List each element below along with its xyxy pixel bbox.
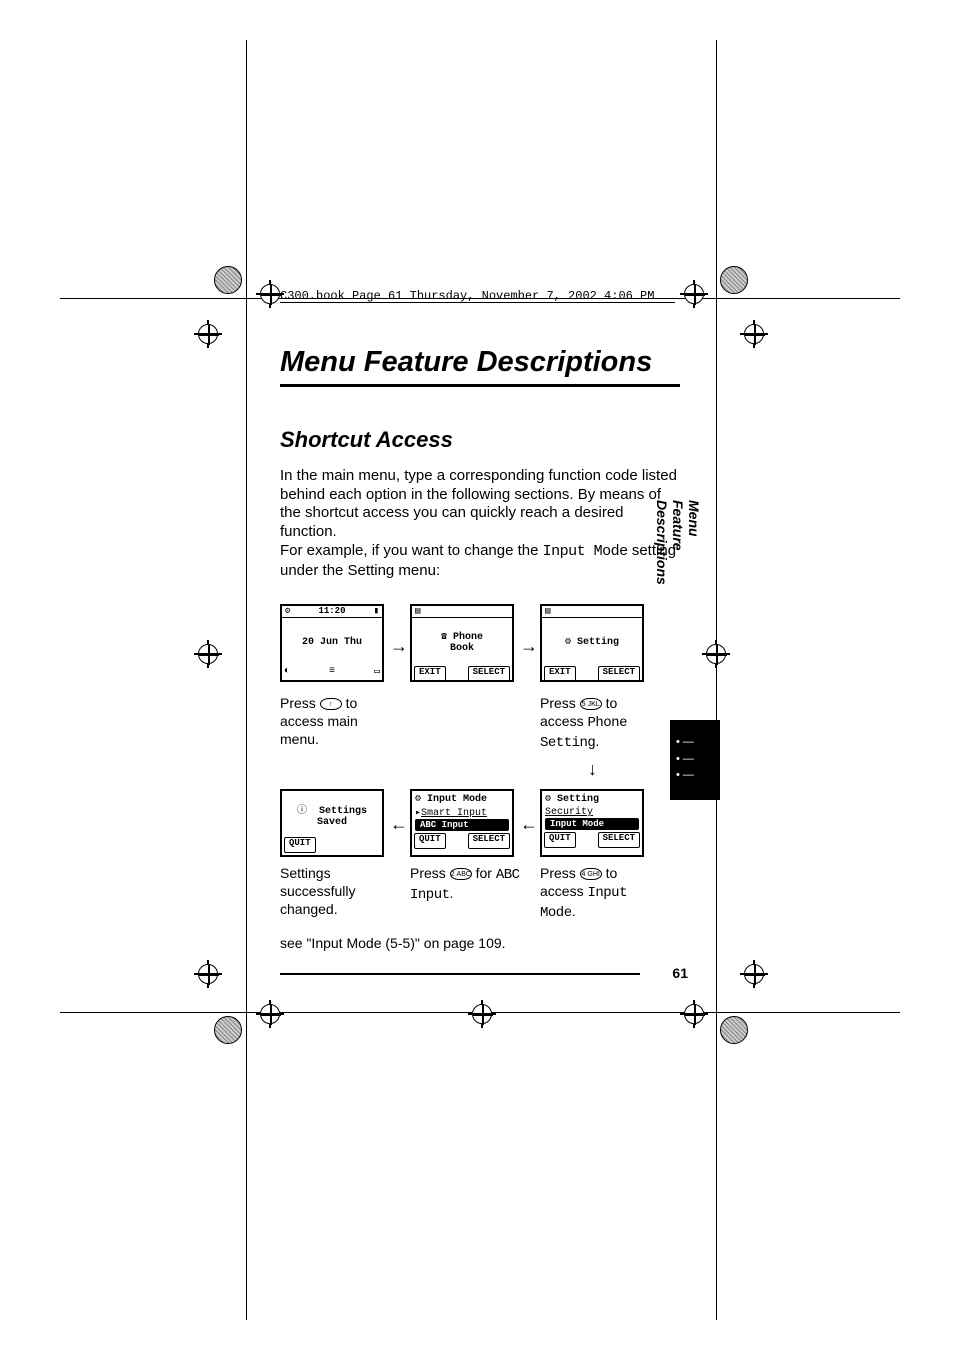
arrow-right-icon: → (390, 636, 408, 657)
screen-highlight: ABC Input (415, 819, 509, 831)
screen-title: Setting (557, 794, 599, 805)
screen-line: Smart Input (421, 808, 487, 819)
softkey-select: SELECT (468, 833, 510, 849)
screen-line: Saved (317, 817, 347, 828)
registration-cross (194, 640, 222, 668)
registration-cross (194, 960, 222, 988)
registration-cross (680, 280, 708, 308)
caption: Press ↑ to access main menu. (280, 694, 390, 749)
thumb-tab: • —• —• — (670, 720, 720, 800)
caption: Press 5 JKL to access Phone Setting. (540, 694, 650, 753)
screen-highlight: Input Mode (545, 818, 639, 830)
key-icon: 5 JKL (580, 698, 602, 710)
key-icon: 2 ABC (450, 868, 472, 880)
arrow-down-icon: ↓ (588, 759, 597, 780)
crop-line (716, 40, 717, 1320)
screen-home: ⚙11:20▮ 20 Jun Thu ◐≡▭ (280, 604, 384, 682)
screen-title: Input Mode (427, 794, 487, 805)
body-paragraph: In the main menu, type a corresponding f… (280, 467, 680, 542)
side-tab-label: Menu Feature Descriptions (654, 500, 702, 585)
screen-setting-menu: ⚙ Setting Security Input Mode QUITSELECT (540, 789, 644, 857)
registration-mark (720, 266, 748, 294)
arrow-left-icon: ← (390, 814, 408, 835)
screen-line: Phone (453, 632, 483, 643)
see-also: see "Input Mode (5-5)" on page 109. (280, 934, 580, 952)
registration-mark (214, 266, 242, 294)
page-title: Menu Feature Descriptions (280, 345, 680, 387)
registration-cross (468, 1000, 496, 1028)
caption: Settings successfully changed. (280, 864, 390, 919)
softkey-quit: QUIT (544, 832, 576, 848)
caption-text: Press (540, 695, 580, 711)
registration-mark (214, 1016, 242, 1044)
screen-date: 20 Jun Thu (302, 637, 362, 648)
softkey-select: SELECT (598, 666, 640, 682)
key-icon: ↑ (320, 698, 342, 710)
screen-time: 11:20 (318, 606, 345, 617)
footer-rule (280, 973, 640, 975)
softkey-select: SELECT (598, 832, 640, 848)
body-paragraph: For example, if you want to change the I… (280, 542, 680, 581)
registration-cross (194, 320, 222, 348)
softkey-exit: EXIT (544, 666, 576, 682)
caption: Press 4 GHI to access Input Mode. (540, 864, 650, 923)
arrow-right-icon: → (520, 636, 538, 657)
caption-text: Press (280, 695, 320, 711)
screen-line: Book (450, 643, 474, 654)
arrow-left-icon: ← (520, 814, 538, 835)
key-icon: 4 GHI (580, 868, 602, 880)
inline-label: Input Mode (543, 543, 628, 560)
caption-text: Press (410, 865, 450, 881)
softkey-select: SELECT (468, 666, 510, 682)
page-content: Menu Feature Descriptions Shortcut Acces… (280, 345, 680, 580)
softkey-quit: QUIT (414, 833, 446, 849)
screen-setting: ▤ ⚙ Setting EXITSELECT (540, 604, 644, 682)
caption-text: . (572, 903, 576, 919)
registration-cross (256, 1000, 284, 1028)
page-number: 61 (672, 965, 688, 981)
registration-mark (720, 1016, 748, 1044)
registration-cross (740, 320, 768, 348)
softkey-exit: EXIT (414, 666, 446, 682)
screen-line: Setting (577, 637, 619, 648)
crop-line (246, 40, 247, 1320)
tab-dots: • —• —• — (676, 734, 694, 784)
caption-text: . (450, 885, 454, 901)
caption-text: Press (540, 865, 580, 881)
screen-input-mode: ⚙ Input Mode ▸Smart Input ABC Input QUIT… (410, 789, 514, 857)
caption: Press 2 ABC for ABC Input. (410, 864, 520, 904)
print-header: C300.book Page 61 Thursday, November 7, … (280, 289, 654, 303)
section-heading: Shortcut Access (280, 427, 680, 453)
caption-text: . (595, 733, 599, 749)
body-text: For example, if you want to change the (280, 542, 543, 559)
registration-cross (740, 960, 768, 988)
screen-line: Security (542, 807, 642, 818)
caption-text: for (472, 865, 496, 881)
softkey-quit: QUIT (284, 837, 316, 853)
screen-saved: ⓘ Settings Saved QUIT (280, 789, 384, 857)
registration-cross (680, 1000, 708, 1028)
screen-phonebook: ▤ ☎ PhoneBook EXITSELECT (410, 604, 514, 682)
registration-cross (702, 640, 730, 668)
screen-line: Settings (319, 806, 367, 817)
